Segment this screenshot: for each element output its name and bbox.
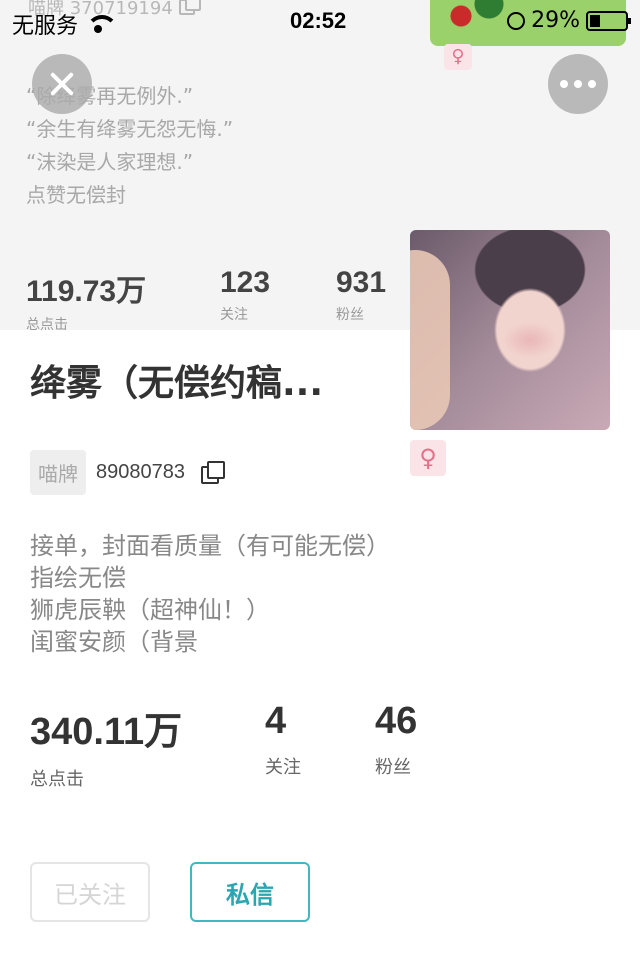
status-right: 29% — [507, 8, 631, 33]
copy-icon[interactable] — [200, 460, 225, 484]
close-button[interactable] — [32, 54, 92, 114]
stat-label: 关注 — [220, 307, 248, 323]
id-row: 喵牌 89080783 — [30, 450, 225, 495]
stat-total-clicks: 340.11万 总点击 — [30, 700, 182, 791]
stat-value: 340.11万 — [30, 711, 183, 753]
user-id: 89080783 — [96, 461, 185, 483]
stat-label: 粉丝 — [375, 757, 411, 778]
stat-fans[interactable]: 46 粉丝 — [375, 700, 417, 779]
stat-label: 粉丝 — [336, 307, 364, 323]
bio-line: “余生有绛雾无怨无悔.” — [26, 117, 234, 141]
stat-following[interactable]: 4 关注 — [265, 700, 301, 779]
stat-label: 总点击 — [26, 317, 68, 330]
profile-name: 绛雾（无偿约稿... — [30, 363, 324, 404]
stat-value: 46 — [375, 700, 418, 742]
stat-value: 931 — [336, 266, 387, 299]
stat-label: 关注 — [265, 757, 301, 778]
bio-line: 指绘无偿 — [30, 564, 126, 592]
more-dot — [560, 80, 568, 88]
followed-button[interactable]: 已关注 — [30, 862, 150, 922]
stat-value: 4 — [265, 700, 287, 742]
clock: 02:52 — [290, 8, 347, 33]
mp-tag: 喵牌 — [30, 450, 86, 495]
background-stat-following: 123 关注 — [220, 266, 270, 324]
more-dot — [588, 80, 596, 88]
background-stat-clicks: 119.73万 总点击 — [26, 266, 146, 330]
stat-label: 总点击 — [30, 769, 84, 790]
rotation-lock-icon — [507, 11, 526, 30]
bio-line: 点赞无偿封 — [26, 183, 126, 207]
profile-bio: 接单，封面看质量（有可能无偿） 指绘无偿 狮虎辰鞅（超神仙！） 闺蜜安颜（背景 — [30, 530, 390, 658]
more-button[interactable] — [548, 54, 608, 114]
stat-value: 119.73万 — [26, 275, 147, 308]
carrier-group: 无服务 — [12, 8, 119, 40]
more-dot — [574, 80, 582, 88]
avatar[interactable] — [410, 230, 610, 430]
message-button[interactable]: 私信 — [190, 862, 310, 922]
wifi-icon — [86, 15, 119, 33]
background-stat-fans: 931 粉丝 — [336, 266, 386, 324]
battery-fill — [590, 14, 600, 27]
bio-line: 闺蜜安颜（背景 — [30, 628, 198, 656]
status-bar: 无服务 02:52 29% — [0, 0, 640, 40]
female-icon: ♀ — [410, 440, 446, 476]
stat-value: 123 — [220, 266, 271, 299]
battery-icon — [586, 10, 631, 31]
carrier-label: 无服务 — [12, 14, 79, 39]
bio-line: 狮虎辰鞅（超神仙！） — [30, 596, 270, 624]
female-icon: ♀ — [444, 44, 472, 70]
bio-line: “沫染是人家理想.” — [26, 150, 194, 174]
bio-line: 接单，封面看质量（有可能无偿） — [30, 532, 390, 560]
battery-percent: 29% — [531, 8, 580, 33]
